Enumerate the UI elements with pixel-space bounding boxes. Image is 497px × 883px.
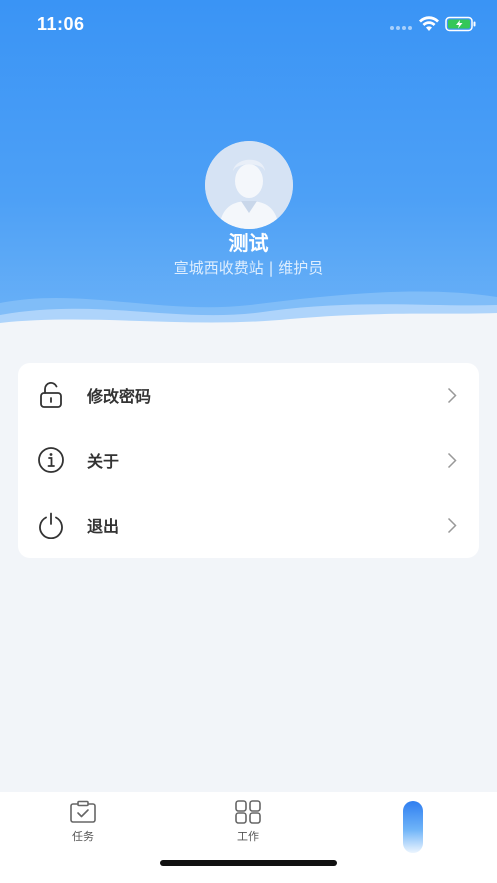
home-indicator bbox=[160, 860, 337, 866]
tab-tasks[interactable]: 任务 bbox=[43, 800, 123, 844]
tab-label: 工作 bbox=[237, 830, 259, 843]
menu-item-label: 退出 bbox=[87, 517, 120, 536]
wifi-icon bbox=[419, 16, 439, 31]
menu-item-about[interactable]: 关于 bbox=[18, 428, 479, 493]
status-time: 11:06 bbox=[37, 14, 85, 34]
info-icon bbox=[38, 447, 64, 473]
grid-apps-icon bbox=[235, 800, 261, 824]
tab-work[interactable]: 工作 bbox=[208, 800, 288, 844]
chevron-right-icon bbox=[447, 452, 457, 469]
tab-label: 任务 bbox=[72, 830, 94, 843]
tab-mine-active-indicator[interactable] bbox=[403, 801, 423, 853]
chevron-right-icon bbox=[447, 387, 457, 404]
user-avatar-icon bbox=[205, 141, 293, 229]
settings-menu-card: 修改密码 关于 退出 bbox=[18, 363, 479, 558]
menu-item-logout[interactable]: 退出 bbox=[18, 493, 479, 558]
menu-item-change-password[interactable]: 修改密码 bbox=[18, 363, 479, 428]
header-wave-decoration bbox=[0, 291, 497, 330]
avatar[interactable] bbox=[205, 141, 293, 229]
cellular-signal-icon bbox=[390, 26, 412, 30]
status-bar: 11:06 bbox=[0, 0, 497, 50]
chevron-right-icon bbox=[447, 517, 457, 534]
unlock-icon bbox=[40, 382, 62, 408]
battery-charging-icon bbox=[445, 16, 476, 32]
user-name: 测试 bbox=[228, 231, 269, 255]
user-station-role: 宣城西收费站 | 维护员 bbox=[173, 259, 324, 277]
bottom-tab-bar: 任务 工作 bbox=[0, 792, 497, 883]
menu-item-label: 修改密码 bbox=[87, 387, 152, 406]
task-clipboard-icon bbox=[70, 800, 96, 823]
menu-item-label: 关于 bbox=[87, 452, 120, 471]
power-icon bbox=[39, 512, 63, 539]
